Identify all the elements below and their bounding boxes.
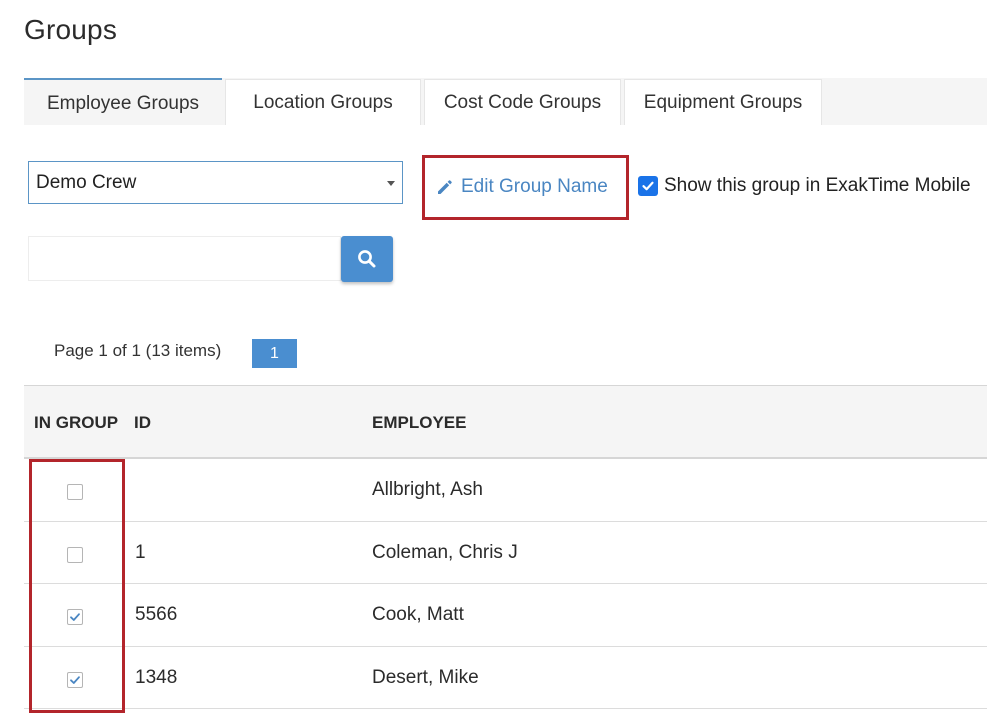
table-row: Allbright, Ash <box>24 459 987 522</box>
checkmark-icon <box>70 675 80 684</box>
in-group-checkbox[interactable] <box>67 484 83 500</box>
employee-id: 5566 <box>135 604 178 625</box>
edit-group-name-label: Edit Group Name <box>461 176 608 197</box>
caret-down-icon <box>387 181 395 186</box>
table-row: 1 Coleman, Chris J <box>24 522 987 584</box>
column-header-id[interactable]: ID <box>134 413 151 433</box>
magnifier-icon <box>358 250 376 268</box>
show-in-mobile-checkbox[interactable] <box>638 176 658 196</box>
employee-name: Coleman, Chris J <box>372 541 518 563</box>
table-row: 5566 Cook, Matt <box>24 584 987 647</box>
in-group-checkbox[interactable] <box>67 546 83 563</box>
edit-group-name-link[interactable]: Edit Group Name <box>435 174 608 200</box>
search-button[interactable] <box>341 236 393 282</box>
page-title: Groups <box>24 14 118 45</box>
employee-search-input[interactable] <box>28 236 341 281</box>
tab-cost-code-groups[interactable]: Cost Code Groups <box>424 79 621 125</box>
column-header-in-group[interactable]: IN GROUP <box>34 413 118 433</box>
show-in-mobile-option: Show this group in ExakTime Mobile <box>638 175 971 197</box>
pager-info: Page 1 of 1 (13 items) <box>54 341 222 360</box>
employee-id: 1348 <box>135 666 178 688</box>
employee-name: Allbright, Ash <box>372 479 483 500</box>
checkmark-icon <box>642 181 654 191</box>
show-in-mobile-label: Show this group in ExakTime Mobile <box>664 175 971 196</box>
tab-location-groups[interactable]: Location Groups <box>225 79 421 125</box>
tab-equipment-groups[interactable]: Equipment Groups <box>624 79 822 125</box>
group-select-value: Demo Crew <box>36 171 137 193</box>
group-type-tabs: Employee Groups Location Groups Cost Cod… <box>24 78 987 125</box>
column-header-employee[interactable]: EMPLOYEE <box>372 413 466 433</box>
group-select[interactable]: Demo Crew <box>28 161 403 204</box>
employee-table: IN GROUP ID EMPLOYEE Allbright, Ash 1 Co… <box>24 385 987 709</box>
table-row: 1348 Desert, Mike <box>24 647 987 709</box>
tab-employee-groups[interactable]: Employee Groups <box>24 78 222 125</box>
in-group-checkbox[interactable] <box>67 671 83 688</box>
employee-id: 1 <box>135 541 146 563</box>
pencil-icon <box>435 177 461 197</box>
employee-name: Desert, Mike <box>372 666 479 688</box>
employee-name: Cook, Matt <box>372 604 464 625</box>
page-number-button[interactable]: 1 <box>252 339 297 368</box>
table-header: IN GROUP ID EMPLOYEE <box>24 385 987 459</box>
in-group-checkbox[interactable] <box>67 609 83 625</box>
checkmark-icon <box>70 613 80 621</box>
